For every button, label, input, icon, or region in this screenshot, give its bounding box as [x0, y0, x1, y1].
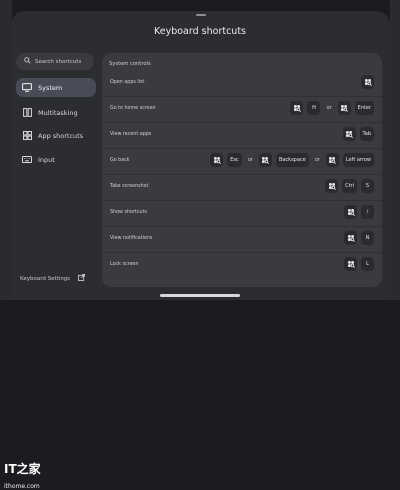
sidebar-item-system[interactable]: System — [16, 78, 96, 97]
page-title: Keyboard shortcuts — [153, 26, 246, 37]
meta-key-icon — [337, 101, 351, 115]
shortcut-row: View recent apps Tab — [102, 125, 382, 145]
meta-key-icon — [290, 101, 304, 115]
key-cap: Backspace — [275, 153, 309, 167]
shortcut-row: Go to home screen Hor Enter — [102, 99, 382, 119]
shortcut-row: Go back Esc or Backspace or Left arrow — [102, 151, 382, 171]
shortcut-label: Open apps list — [110, 80, 145, 85]
apps-icon — [22, 131, 32, 141]
search-shortcuts-field[interactable]: Search shortcuts — [16, 53, 94, 70]
shortcut-label: View recent apps — [110, 132, 152, 137]
shortcut-keys: L — [344, 257, 374, 271]
watermark-logo: IT之家 — [4, 462, 41, 476]
row-divider — [102, 122, 382, 123]
sidebar-item-multitasking[interactable]: Multitasking — [16, 103, 96, 122]
key-cap: Left arrow — [342, 153, 374, 167]
shortcut-keys: / — [344, 205, 374, 219]
search-icon — [24, 57, 31, 66]
row-divider — [102, 96, 382, 97]
key-cap: S — [361, 179, 374, 193]
meta-key-icon — [344, 205, 357, 219]
shortcut-label: Show shortcuts — [110, 210, 147, 215]
shortcut-keys — [361, 75, 374, 89]
meta-key-icon — [361, 75, 374, 89]
row-divider — [102, 226, 382, 227]
shortcut-keys: N — [344, 231, 374, 245]
sidebar-item-label: App shortcuts — [38, 131, 84, 140]
shortcut-label: Go to home screen — [110, 106, 156, 111]
sidebar-item-label: System — [38, 83, 63, 92]
shortcut-keys: Hor Enter — [290, 101, 374, 115]
key-cap: H — [307, 101, 321, 115]
shortcut-keys: Ctrl S — [325, 179, 374, 193]
key-cap: L — [361, 257, 374, 271]
shortcut-row: Take screenshot Ctrl S — [102, 177, 382, 197]
sidebar-item-label: Multitasking — [38, 108, 78, 117]
shortcut-label: Take screenshot — [110, 184, 149, 189]
shortcut-row: View notifications N — [102, 229, 382, 249]
shortcut-keys: Esc or Backspace or Left arrow — [210, 153, 374, 167]
sidebar-item-input[interactable]: Input — [16, 150, 96, 169]
or-separator: or — [247, 157, 253, 163]
navigation-handle[interactable] — [160, 294, 240, 297]
key-cap: Tab — [359, 127, 374, 141]
key-cap: Esc — [227, 153, 242, 167]
meta-key-icon — [342, 127, 356, 141]
row-divider — [102, 174, 382, 175]
key-cap: N — [361, 231, 374, 245]
open-external-icon — [78, 274, 86, 283]
key-cap: / — [361, 205, 374, 219]
sidebar-item-app-shortcuts[interactable]: App shortcuts — [16, 126, 96, 145]
row-divider — [102, 252, 382, 253]
shortcut-row: Show shortcuts / — [102, 203, 382, 223]
shortcut-keys: Tab — [342, 127, 374, 141]
row-divider — [102, 200, 382, 201]
shortcut-row: Lock screen L — [102, 255, 382, 275]
background-right-edge — [390, 0, 400, 300]
sidebar-item-label: Input — [38, 155, 55, 164]
watermark-text: ithome.com — [4, 483, 40, 490]
drag-handle[interactable] — [196, 14, 206, 16]
multitask-icon — [22, 108, 32, 118]
keyboard-icon — [22, 155, 32, 165]
key-cap: Enter — [354, 101, 374, 115]
meta-key-icon — [344, 257, 357, 271]
meta-key-icon — [258, 153, 272, 167]
or-separator: or — [326, 105, 332, 111]
shortcut-label: View notifications — [110, 236, 153, 241]
meta-key-icon — [325, 179, 339, 193]
shortcut-label: Go back — [110, 158, 130, 163]
keyboard-settings-label: Keyboard Settings — [20, 275, 71, 282]
meta-key-icon — [344, 231, 357, 245]
watermark: IT之家 ithome.com — [0, 226, 44, 490]
shortcut-row: Open apps list — [102, 73, 382, 93]
meta-key-icon — [210, 153, 224, 167]
search-placeholder: Search shortcuts — [35, 58, 82, 65]
meta-key-icon — [325, 153, 339, 167]
keyboard-settings-link[interactable]: Keyboard Settings — [20, 274, 86, 283]
section-title: System controls — [109, 61, 151, 67]
shortcut-label: Lock screen — [110, 262, 139, 267]
monitor-icon — [22, 83, 32, 93]
key-cap: Ctrl — [342, 179, 357, 193]
row-divider — [102, 148, 382, 149]
or-separator: or — [314, 157, 320, 163]
